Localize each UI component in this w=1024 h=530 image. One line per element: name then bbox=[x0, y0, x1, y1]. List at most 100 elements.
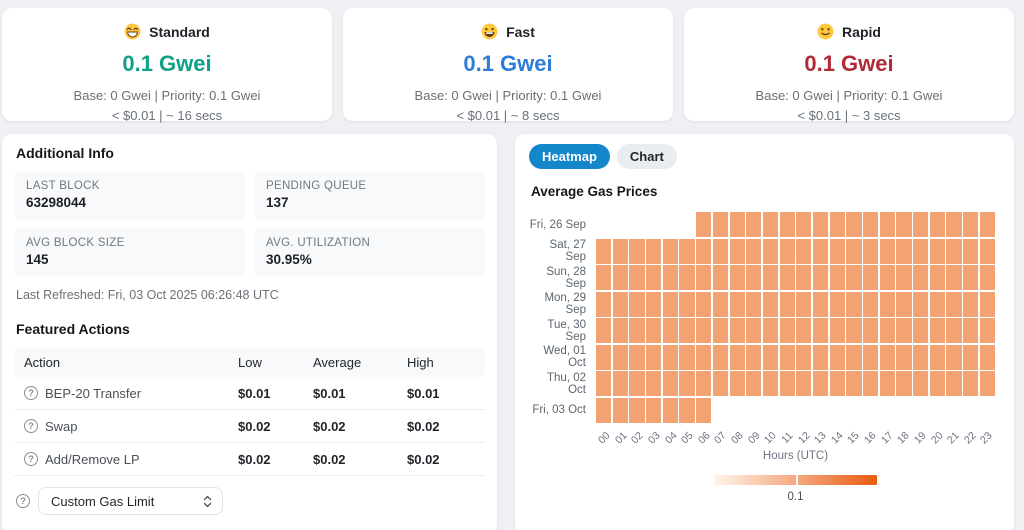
heatmap-cell bbox=[946, 292, 961, 317]
heatmap-cell bbox=[980, 212, 995, 237]
heatmap-row: Tue, 30 Sep bbox=[529, 318, 1000, 343]
heatmap-cell bbox=[679, 398, 694, 423]
help-icon[interactable]: ? bbox=[16, 494, 30, 508]
heatmap-cell bbox=[596, 292, 611, 317]
heatmap-cell bbox=[663, 292, 678, 317]
heatmap-cell bbox=[846, 292, 861, 317]
heatmap-cell bbox=[679, 371, 694, 396]
info-value: 63298044 bbox=[26, 195, 233, 210]
additional-info-panel: Additional Info LAST BLOCK63298044PENDIN… bbox=[2, 134, 497, 530]
heatmap-cell bbox=[613, 292, 628, 317]
action-label: BEP-20 Transfer bbox=[45, 386, 141, 401]
heatmap-row: Wed, 01 Oct bbox=[529, 345, 1000, 370]
heatmap-cell bbox=[613, 239, 628, 264]
help-icon[interactable]: ? bbox=[24, 452, 38, 466]
heatmap-cell bbox=[846, 371, 861, 396]
tab-heatmap[interactable]: Heatmap bbox=[529, 144, 610, 169]
heatmap-cell bbox=[746, 212, 761, 237]
heatmap-cell bbox=[980, 292, 995, 317]
heatmap-cells bbox=[596, 212, 995, 237]
heatmap-cell bbox=[830, 239, 845, 264]
heatmap-cell bbox=[730, 345, 745, 370]
heatmap-cell bbox=[863, 318, 878, 343]
last-refreshed-text: Last Refreshed: Fri, 03 Oct 2025 06:26:4… bbox=[16, 288, 485, 302]
heatmap-cell bbox=[963, 239, 978, 264]
help-icon[interactable]: ? bbox=[24, 386, 38, 400]
heatmap-cell bbox=[863, 345, 878, 370]
heatmap-cell bbox=[913, 345, 928, 370]
heatmap-cell bbox=[880, 371, 895, 396]
heatmap-day-label: Wed, 01 Oct bbox=[529, 345, 596, 369]
help-icon[interactable]: ? bbox=[24, 419, 38, 433]
heatmap-cell bbox=[713, 398, 728, 423]
heatmap-cell bbox=[663, 345, 678, 370]
heatmap-cell bbox=[930, 212, 945, 237]
heatmap-cell bbox=[930, 318, 945, 343]
heatmap-cells bbox=[596, 371, 995, 396]
heatmap-cell bbox=[730, 318, 745, 343]
heatmap-cell bbox=[646, 398, 661, 423]
heatmap-cells bbox=[596, 345, 995, 370]
heatmap-row: Mon, 29 Sep bbox=[529, 292, 1000, 317]
heatmap-cell bbox=[980, 239, 995, 264]
heatmap-cell bbox=[880, 318, 895, 343]
heatmap-cell bbox=[763, 371, 778, 396]
heatmap-cell bbox=[796, 265, 811, 290]
heatmap-cell bbox=[846, 318, 861, 343]
low-value: $0.02 bbox=[238, 419, 313, 434]
heatmap-cell bbox=[913, 292, 928, 317]
heatmap-cell bbox=[963, 371, 978, 396]
heatmap-cell bbox=[663, 212, 678, 237]
open-smile-face-emoji-icon bbox=[481, 23, 498, 40]
heatmap-cell bbox=[796, 212, 811, 237]
legend-tick-mark bbox=[796, 475, 798, 485]
gas-base-priority: Base: 0 Gwei | Priority: 0.1 Gwei bbox=[684, 86, 1014, 106]
heatmap-cell bbox=[696, 265, 711, 290]
heatmap-x-axis-labels: 0001020304050607080910111213141516171819… bbox=[596, 427, 995, 449]
heatmap-cell bbox=[613, 318, 628, 343]
heatmap-cell bbox=[696, 212, 711, 237]
custom-gas-limit-selected-value: Custom Gas Limit bbox=[51, 494, 154, 509]
custom-gas-limit-select[interactable]: Custom Gas Limit bbox=[38, 487, 223, 515]
chart-title: Average Gas Prices bbox=[531, 184, 1000, 199]
heatmap-cell bbox=[696, 292, 711, 317]
column-header-action: Action bbox=[24, 355, 238, 370]
heatmap-cell bbox=[846, 398, 861, 423]
tab-chart[interactable]: Chart bbox=[617, 144, 677, 169]
column-header-high: High bbox=[407, 355, 485, 370]
heatmap-cell bbox=[863, 398, 878, 423]
heatmap-cell bbox=[813, 345, 828, 370]
heatmap-day-label: Tue, 30 Sep bbox=[529, 319, 596, 343]
heatmap-cell bbox=[696, 239, 711, 264]
heatmap-cell bbox=[629, 239, 644, 264]
heatmap-cell bbox=[930, 345, 945, 370]
heatmap-cell bbox=[813, 292, 828, 317]
heatmap-cell bbox=[730, 292, 745, 317]
heatmap-cell bbox=[679, 265, 694, 290]
heatmap-cell bbox=[913, 265, 928, 290]
info-value: 30.95% bbox=[266, 252, 473, 267]
heatmap-row: Sun, 28 Sep bbox=[529, 265, 1000, 290]
heatmap-cell bbox=[763, 345, 778, 370]
heatmap-cell bbox=[830, 265, 845, 290]
heatmap-cell bbox=[830, 292, 845, 317]
heatmap-cell bbox=[646, 345, 661, 370]
heatmap-cell bbox=[780, 398, 795, 423]
heatmap-cell bbox=[896, 345, 911, 370]
heatmap-cell bbox=[946, 318, 961, 343]
heatmap-cell bbox=[846, 345, 861, 370]
heatmap-day-label: Sun, 28 Sep bbox=[529, 266, 596, 290]
heatmap-hour-label: 23 bbox=[973, 424, 1000, 451]
heatmap-cell bbox=[629, 265, 644, 290]
heatmap-cell bbox=[846, 239, 861, 264]
action-label: Add/Remove LP bbox=[45, 452, 140, 467]
featured-action-row: ?Add/Remove LP$0.02$0.02$0.02 bbox=[14, 443, 485, 476]
heatmap-row: Fri, 26 Sep bbox=[529, 212, 1000, 237]
heatmap-cell bbox=[796, 398, 811, 423]
info-box: AVG BLOCK SIZE145 bbox=[14, 228, 245, 277]
heatmap-cell bbox=[896, 292, 911, 317]
column-header-low: Low bbox=[238, 355, 313, 370]
heatmap-cell bbox=[880, 292, 895, 317]
heatmap-cell bbox=[780, 239, 795, 264]
heatmap-cell bbox=[663, 371, 678, 396]
